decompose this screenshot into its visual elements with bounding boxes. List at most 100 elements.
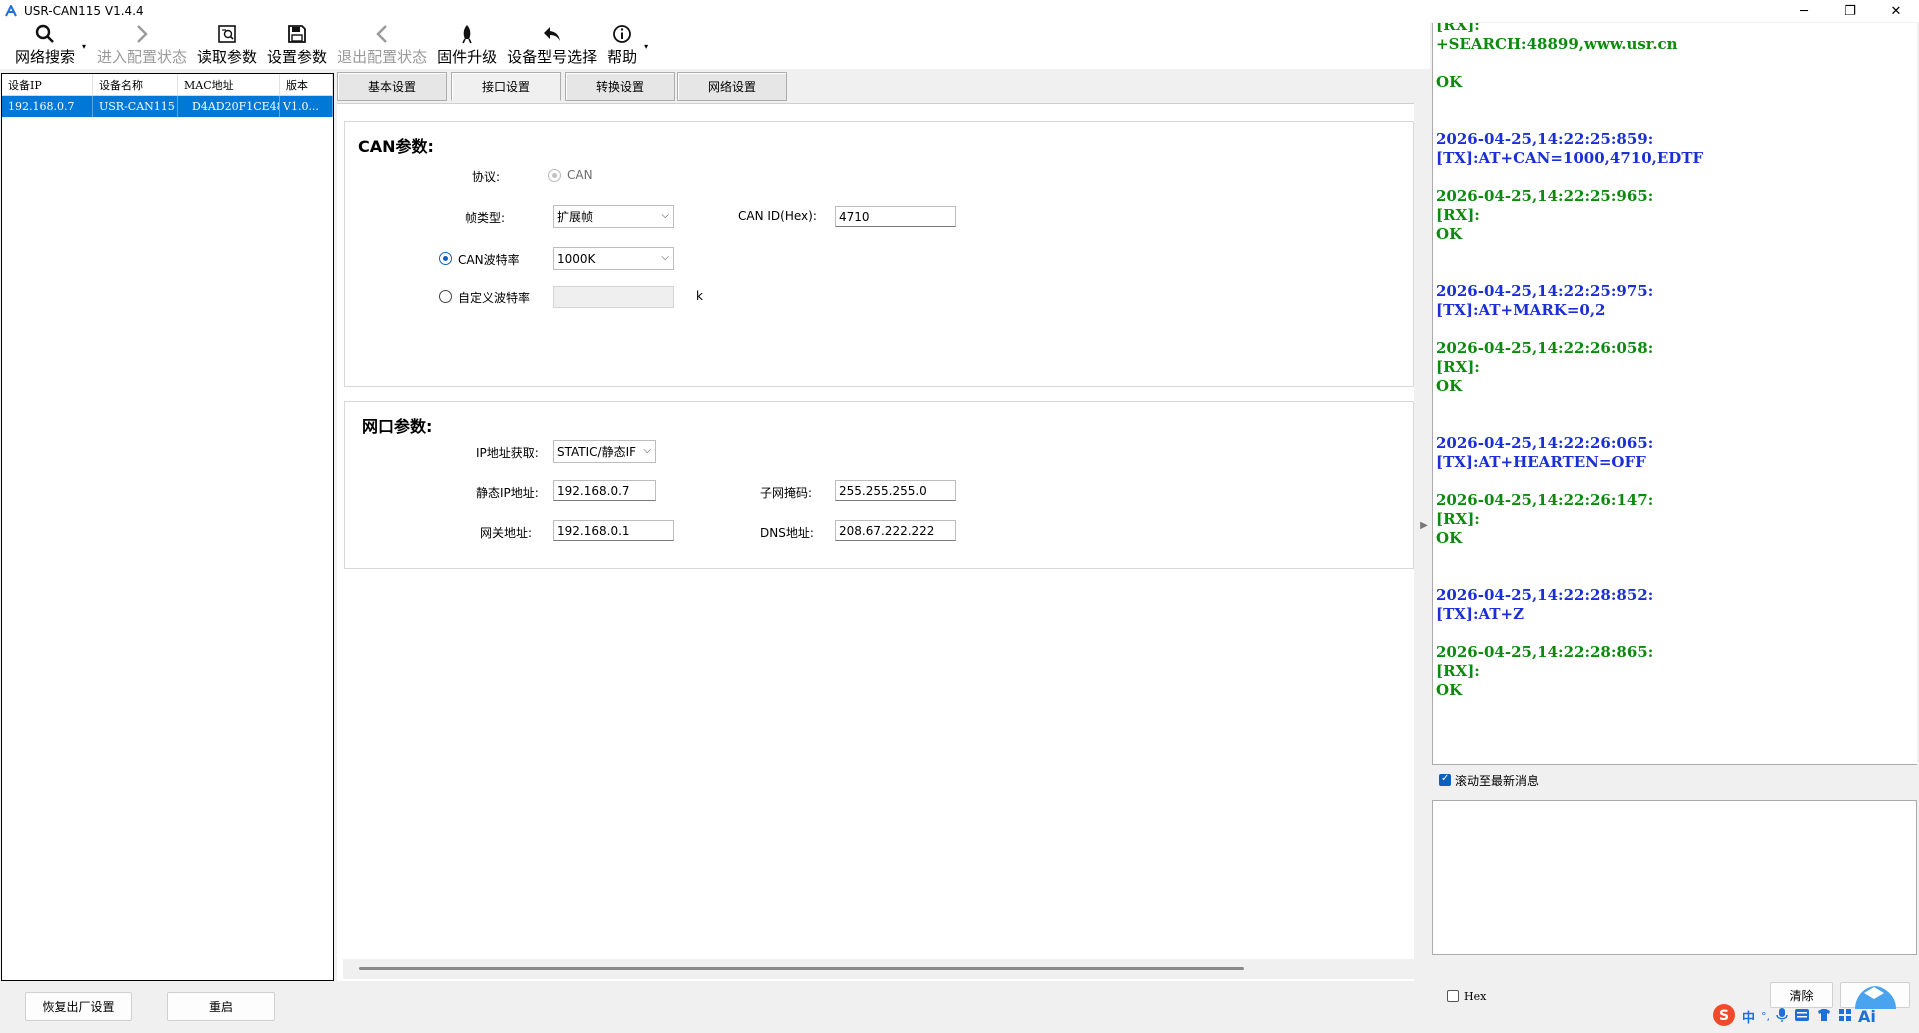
- ip-mode-label: IP地址获取:: [476, 446, 539, 460]
- tab-conversion-settings[interactable]: 转换设置: [565, 72, 675, 101]
- keyboard-icon[interactable]: [1794, 1008, 1810, 1025]
- restart-button[interactable]: 重启: [167, 992, 275, 1021]
- hex-label: Hex: [1464, 990, 1487, 1003]
- help-button[interactable]: 帮助 ▾: [602, 22, 648, 69]
- log-line: [TX]:AT+HEARTEN=OFF: [1436, 453, 1646, 471]
- scroll-latest-checkbox[interactable]: [1439, 773, 1451, 786]
- set-params-button[interactable]: 设置参数: [262, 22, 332, 69]
- factory-reset-button[interactable]: 恢复出厂设置: [25, 992, 132, 1021]
- search-icon: [35, 22, 55, 46]
- microphone-icon[interactable]: [1776, 1007, 1788, 1026]
- custom-baud-radio[interactable]: [439, 290, 452, 303]
- custom-baud-label: 自定义波特率: [458, 291, 531, 305]
- protocol-can-label: CAN: [567, 168, 593, 182]
- restore-button[interactable]: ❐: [1827, 0, 1873, 22]
- static-ip-input[interactable]: 192.168.0.7: [553, 480, 656, 501]
- expand-arrow-icon[interactable]: ▶: [1420, 520, 1428, 531]
- log-line: [TX]:AT+Z: [1436, 605, 1525, 623]
- save-icon: [287, 22, 307, 46]
- can-id-input[interactable]: 4710: [835, 206, 956, 227]
- network-search-button[interactable]: 网络搜索 ▾: [10, 22, 86, 69]
- tab-content: CAN参数: 协议: CAN 帧类型: 扩展帧 ⌵ CAN ID(Hex): 4…: [337, 103, 1414, 981]
- net-params-title: 网口参数:: [362, 417, 433, 436]
- sogou-icon[interactable]: S: [1712, 1003, 1736, 1030]
- close-button[interactable]: ✕: [1873, 0, 1919, 22]
- log-line: OK: [1436, 681, 1463, 699]
- device-row[interactable]: 192.168.0.7 USR-CAN115 D4AD20F1CE48 V1.0…: [2, 96, 333, 117]
- can-id-label: CAN ID(Hex):: [738, 209, 817, 223]
- can-baud-select[interactable]: 1000K ⌵: [553, 247, 674, 270]
- settings-tabs: 基本设置 接口设置 转换设置 网络设置: [337, 72, 789, 102]
- skin-icon[interactable]: [1816, 1008, 1832, 1025]
- undo-arrow-icon: [542, 22, 562, 46]
- log-line: [TX]:AT+CAN=1000,4710,EDTF: [1436, 149, 1704, 167]
- panel-splitter[interactable]: ▶: [1420, 490, 1428, 560]
- log-line: +SEARCH:48899,www.usr.cn: [1436, 35, 1678, 53]
- log-line: 2026-04-25,14:22:25:859:: [1436, 130, 1654, 148]
- chevron-right-icon: [134, 22, 150, 46]
- frame-type-select[interactable]: 扩展帧 ⌵: [553, 205, 674, 228]
- column-header-mac[interactable]: MAC地址: [178, 74, 280, 95]
- device-list-header: 设备IP 设备名称 MAC地址 版本: [2, 74, 333, 96]
- read-params-button[interactable]: 读取参数: [192, 22, 262, 69]
- subnet-mask-input[interactable]: 255.255.255.0: [835, 480, 956, 501]
- send-textarea[interactable]: [1432, 800, 1917, 955]
- device-version: V1.0...: [280, 96, 333, 117]
- tab-interface-settings[interactable]: 接口设置: [451, 72, 561, 101]
- protocol-label: 协议:: [472, 170, 501, 184]
- horizontal-scrollbar[interactable]: [343, 959, 1414, 979]
- column-header-ip[interactable]: 设备IP: [2, 74, 93, 95]
- minimize-button[interactable]: ─: [1781, 0, 1827, 22]
- scrollbar-thumb[interactable]: [359, 967, 1244, 970]
- ime-mode[interactable]: 中: [1742, 1007, 1755, 1026]
- log-line: 2026-04-25,14:22:26:065:: [1436, 434, 1654, 452]
- punct-mode[interactable]: °,: [1761, 1010, 1770, 1023]
- column-header-name[interactable]: 设备名称: [93, 74, 178, 95]
- net-params-group: 网口参数: IP地址获取: STATIC/静态IF ⌵ 静态IP地址: 192.…: [344, 401, 1414, 569]
- protocol-can-radio: [548, 169, 561, 182]
- log-line: [TX]:AT+MARK=0,2: [1436, 301, 1606, 319]
- device-name: USR-CAN115: [93, 96, 178, 117]
- log-line: OK: [1436, 529, 1463, 547]
- can-baud-radio[interactable]: [439, 252, 452, 265]
- log-line: OK: [1436, 225, 1463, 243]
- scroll-latest-label: 滚动至最新消息: [1455, 774, 1540, 788]
- log-line: [RX]:: [1436, 23, 1480, 34]
- subnet-mask-label: 子网掩码:: [760, 486, 813, 500]
- log-line: OK: [1436, 73, 1463, 91]
- chevron-down-icon: ⌵: [661, 252, 669, 263]
- can-params-title: CAN参数:: [358, 137, 434, 156]
- hex-checkbox[interactable]: [1447, 990, 1459, 1002]
- log-line: 2026-04-25,14:22:25:975:: [1436, 282, 1654, 300]
- chevron-down-icon: ⌵: [661, 210, 669, 221]
- can-params-group: CAN参数: 协议: CAN 帧类型: 扩展帧 ⌵ CAN ID(Hex): 4…: [344, 121, 1414, 387]
- enter-config-button[interactable]: 进入配置状态: [92, 22, 192, 69]
- ai-label[interactable]: Ai: [1858, 1007, 1876, 1026]
- dns-input[interactable]: 208.67.222.222: [835, 520, 956, 541]
- log-lines: [RX]: +SEARCH:48899,www.usr.cn OK 2026-04-2…: [1436, 23, 1703, 700]
- column-header-version[interactable]: 版本: [280, 74, 333, 95]
- dropdown-arrow-icon[interactable]: ▾: [644, 42, 648, 51]
- exit-config-button[interactable]: 退出配置状态: [332, 22, 432, 69]
- device-mac: D4AD20F1CE48: [178, 96, 280, 117]
- tab-network-settings[interactable]: 网络设置: [677, 72, 787, 101]
- dropdown-arrow-icon[interactable]: ▾: [82, 42, 86, 51]
- dns-label: DNS地址:: [760, 526, 814, 540]
- ip-mode-select[interactable]: STATIC/静态IF ⌵: [553, 440, 656, 463]
- firmware-upgrade-button[interactable]: 固件升级: [432, 22, 502, 69]
- tab-basic-settings[interactable]: 基本设置: [337, 72, 447, 101]
- gateway-input[interactable]: 192.168.0.1: [553, 520, 674, 541]
- window-title: USR-CAN115 V1.4.4: [24, 4, 144, 18]
- model-select-button[interactable]: 设备型号选择: [502, 22, 602, 69]
- toolbox-icon[interactable]: [1838, 1008, 1852, 1025]
- log-output[interactable]: [RX]: +SEARCH:48899,www.usr.cn OK 2026-04-2…: [1432, 23, 1917, 765]
